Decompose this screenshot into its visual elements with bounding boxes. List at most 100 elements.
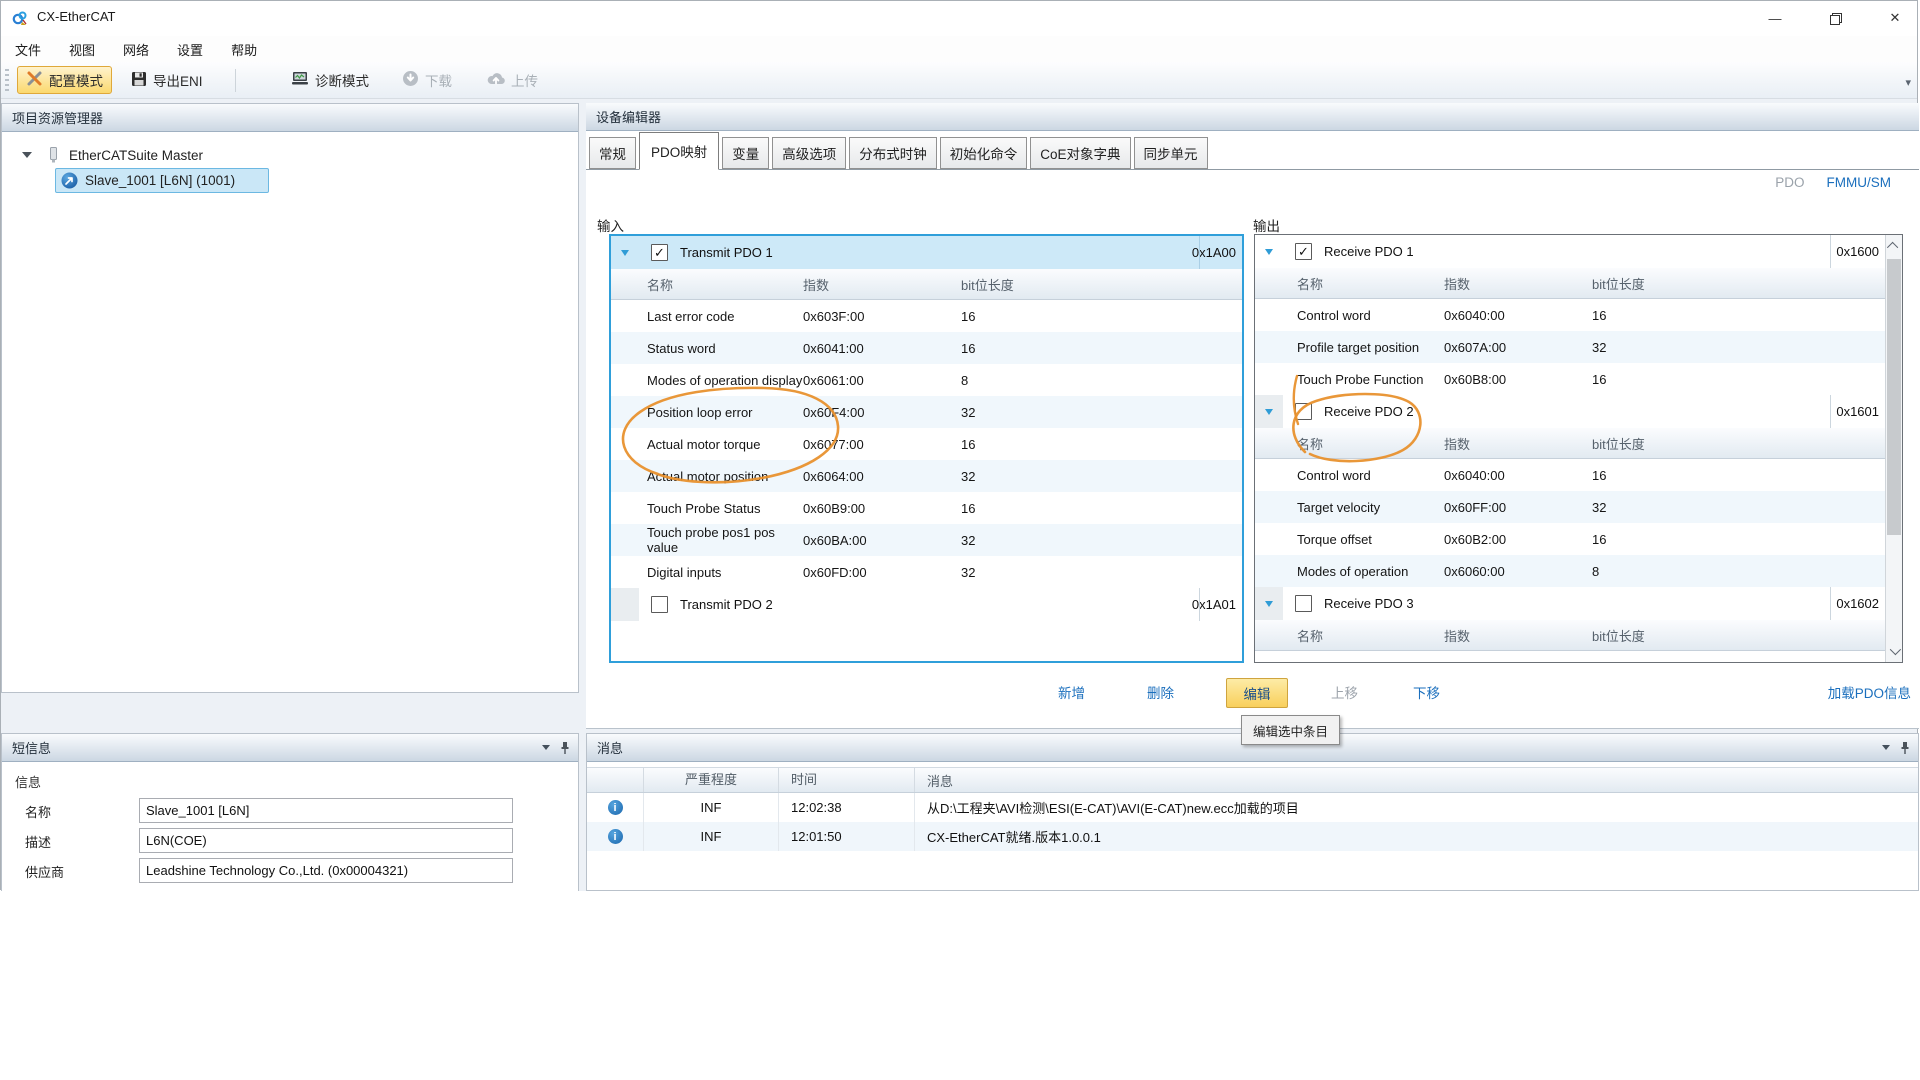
export-eni-button[interactable]: 导出ENI: [123, 66, 211, 94]
close-button[interactable]: ✕: [1873, 3, 1917, 33]
transmit-pdo2-checkbox[interactable]: [651, 596, 668, 613]
pdo-entry-row[interactable]: Touch Probe Status 0x60B9:00 16: [611, 492, 1242, 524]
pdo-entry-row[interactable]: Touch probe pos1 pos value 0x60BA:00 32: [611, 524, 1242, 556]
description-field[interactable]: [139, 828, 513, 853]
delete-button[interactable]: 删除: [1147, 679, 1174, 709]
device-editor-body: 常规PDO映射变量高级选项分布式时钟初始化命令CoE对象字典同步单元 PDO F…: [586, 131, 1919, 729]
minimize-button[interactable]: —: [1753, 3, 1797, 33]
row-gutter: [1255, 587, 1283, 620]
editor-tab[interactable]: CoE对象字典: [1030, 137, 1130, 169]
project-tree: EtherCATSuite Master Slave_1001 [L6N] (1…: [2, 132, 578, 692]
pdo-entry-row[interactable]: Status word 0x6041:00 16: [611, 332, 1242, 364]
col-index: 指数: [803, 275, 961, 294]
pdo-entry-row[interactable]: Position loop error 0x60F4:00 32: [611, 396, 1242, 428]
diag-mode-label: 诊断模式: [315, 70, 369, 90]
load-pdo-info-button[interactable]: 加载PDO信息: [1828, 679, 1911, 709]
col-index: 指数: [1444, 626, 1592, 645]
menu-item[interactable]: 文件: [1, 36, 55, 62]
editor-tab[interactable]: 分布式时钟: [849, 137, 937, 169]
collapse-icon[interactable]: [1265, 249, 1273, 255]
toolbar-grip[interactable]: [5, 69, 9, 93]
scroll-down-icon[interactable]: [1886, 640, 1902, 662]
pdo-entry-row[interactable]: Control word 0x6040:00 16: [1255, 651, 1885, 663]
move-down-button[interactable]: 下移: [1413, 679, 1440, 709]
col-bits: bit位长度: [1592, 274, 1645, 293]
name-field[interactable]: [139, 798, 513, 823]
editor-tab[interactable]: 同步单元: [1134, 137, 1208, 169]
config-mode-button[interactable]: 配置模式: [17, 66, 112, 94]
vendor-field[interactable]: [139, 858, 513, 883]
editor-tabs: 常规PDO映射变量高级选项分布式时钟初始化命令CoE对象字典同步单元: [589, 131, 1208, 170]
pdo-entry-row[interactable]: Target velocity 0x60FF:00 32: [1255, 491, 1885, 523]
col-bits: bit位长度: [1592, 626, 1645, 645]
content-area: 项目资源管理器 EtherCATSuite Master: [1, 99, 1917, 891]
editor-tab[interactable]: 变量: [722, 137, 769, 169]
tree-node-slave[interactable]: Slave_1001 [L6N] (1001): [55, 168, 269, 193]
menu-item[interactable]: 网络: [109, 36, 163, 62]
chevron-down-icon[interactable]: [542, 745, 550, 750]
pdo-entry-row[interactable]: Control word 0x6040:00 16: [1255, 459, 1885, 491]
transmit-pdo1-row[interactable]: Transmit PDO 1 0x1A00: [611, 236, 1242, 269]
receive-pdo3-checkbox[interactable]: [1295, 595, 1312, 612]
device-editor-header: 设备编辑器: [586, 103, 1919, 131]
upload-button[interactable]: 上传: [479, 66, 546, 94]
pdo-entry-row[interactable]: Torque offset 0x60B2:00 16: [1255, 523, 1885, 555]
messages-column-header: 严重程度 时间 消息: [587, 767, 1918, 793]
pin-icon[interactable]: [1900, 741, 1910, 755]
vertical-splitter[interactable]: [579, 103, 586, 891]
menu-item[interactable]: 设置: [163, 36, 217, 62]
editor-tab[interactable]: 高级选项: [772, 137, 846, 169]
scrollbar-thumb[interactable]: [1887, 259, 1901, 535]
tree-node-master[interactable]: EtherCATSuite Master: [2, 144, 203, 166]
transmit-pdo1-checkbox[interactable]: [651, 244, 668, 261]
editor-tab[interactable]: 初始化命令: [940, 137, 1028, 169]
short-info-header: 短信息: [2, 734, 578, 762]
expander-down-icon[interactable]: [22, 152, 32, 158]
collapse-icon[interactable]: [1265, 601, 1273, 607]
col-bits: bit位长度: [961, 275, 1014, 294]
output-table-scrollbar[interactable]: [1885, 235, 1902, 662]
edit-button[interactable]: 编辑: [1226, 678, 1288, 708]
receive-pdo2-checkbox[interactable]: [1295, 403, 1312, 420]
add-button[interactable]: 新增: [1058, 679, 1085, 709]
receive-pdo3-row[interactable]: Receive PDO 3 0x1602: [1255, 587, 1885, 620]
receive-pdo1-checkbox[interactable]: [1295, 243, 1312, 260]
message-row[interactable]: i INF 12:01:50 CX-EtherCAT就绪.版本1.0.0.1: [587, 822, 1918, 851]
fmmu-sm-link[interactable]: FMMU/SM: [1827, 175, 1892, 190]
output-pdo3-entries: Control word 0x6040:00 16: [1255, 651, 1885, 663]
collapse-icon[interactable]: [1265, 409, 1273, 415]
pdo-entry-row[interactable]: Control word 0x6040:00 16: [1255, 299, 1885, 331]
chevron-down-icon[interactable]: [1882, 745, 1890, 750]
pdo-entry-row[interactable]: Profile target position 0x607A:00 32: [1255, 331, 1885, 363]
pdo-entry-row[interactable]: Last error code 0x603F:00 16: [611, 300, 1242, 332]
menu-item[interactable]: 帮助: [217, 36, 271, 62]
pdo-index-value: 0x1A01: [1192, 597, 1236, 612]
diag-mode-button[interactable]: 诊断模式: [283, 66, 377, 94]
editor-tab[interactable]: PDO映射: [639, 132, 719, 170]
transmit-pdo2-row[interactable]: Transmit PDO 2 0x1A01: [611, 588, 1242, 621]
pdo-link[interactable]: PDO: [1775, 175, 1804, 190]
message-row[interactable]: i INF 12:02:38 从D:\工程夹\AVI检测\ESI(E-CAT)\…: [587, 793, 1918, 822]
tree-node-master-label: EtherCATSuite Master: [69, 148, 203, 163]
move-up-button[interactable]: 上移: [1331, 679, 1358, 709]
pdo-entry-row[interactable]: Actual motor torque 0x6077:00 16: [611, 428, 1242, 460]
menu-item[interactable]: 视图: [55, 36, 109, 62]
pin-icon[interactable]: [560, 741, 570, 755]
collapse-icon[interactable]: [621, 250, 629, 256]
toolbar-separator: [235, 69, 236, 92]
pdo-entry-row[interactable]: Modes of operation 0x6060:00 8: [1255, 555, 1885, 587]
info-icon: i: [608, 829, 623, 844]
pdo-entry-row[interactable]: Digital inputs 0x60FD:00 32: [611, 556, 1242, 588]
receive-pdo1-row[interactable]: Receive PDO 1 0x1600: [1255, 235, 1885, 268]
receive-pdo2-row[interactable]: Receive PDO 2 0x1601: [1255, 395, 1885, 428]
pdo-entry-row[interactable]: Modes of operation display 0x6061:00 8: [611, 364, 1242, 396]
row-gutter: [1255, 235, 1283, 268]
restore-button[interactable]: [1813, 3, 1857, 33]
editor-tab[interactable]: 常规: [589, 137, 636, 169]
toolbar-overflow-icon[interactable]: ▾: [1905, 76, 1911, 89]
scroll-up-icon[interactable]: [1886, 235, 1902, 257]
pdo-entry-row[interactable]: Actual motor position 0x6064:00 32: [611, 460, 1242, 492]
download-button[interactable]: 下载: [394, 66, 460, 94]
pdo-entry-row[interactable]: Touch Probe Function 0x60B8:00 16: [1255, 363, 1885, 395]
col-name: 名称: [1297, 434, 1444, 453]
